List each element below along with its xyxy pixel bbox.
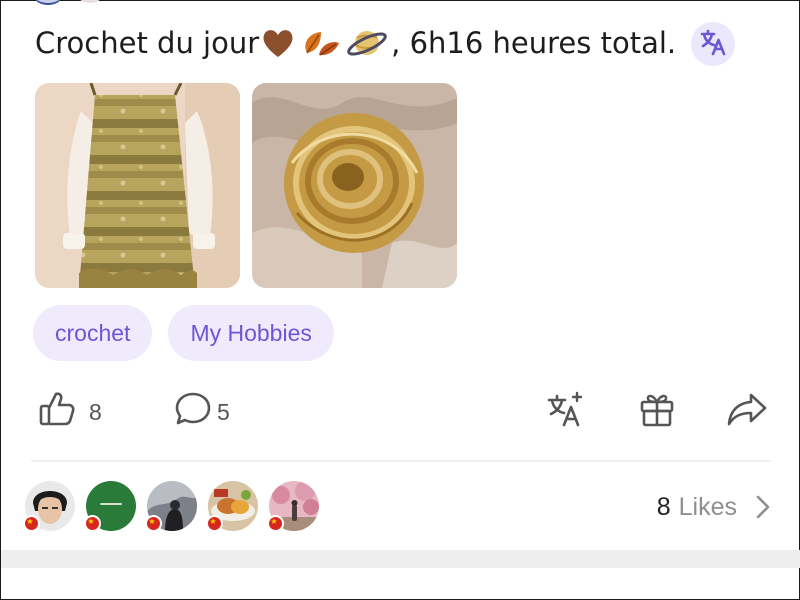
post-card: Crochet du jour , 6h16 heures total. cro… (0, 0, 800, 600)
likes-count: 8 (656, 492, 671, 521)
share-icon (725, 389, 769, 435)
feed-separator (1, 550, 800, 568)
section-divider (31, 460, 771, 462)
thumbs-up-icon (37, 389, 77, 435)
likers-row: ★ ★ ★ ★ ★ 8 Likes (1, 479, 800, 535)
tag-crochet[interactable]: crochet (33, 305, 153, 361)
translate-add-icon (546, 389, 586, 435)
tag-list: crochet My Hobbies (33, 305, 334, 361)
gift-icon (638, 389, 676, 435)
likes-label: Likes (678, 492, 737, 521)
flag-badge-1: ★ (23, 515, 40, 532)
previous-post-avatars (31, 0, 105, 5)
fallen-leaf-emoji (299, 25, 341, 61)
flag-badge-3: ★ (145, 515, 162, 532)
likes-summary-link[interactable]: 8 Likes (657, 479, 771, 535)
translate-action-button[interactable] (546, 386, 586, 438)
chevron-right-icon (755, 494, 771, 520)
action-bar: 8 5 (1, 386, 800, 438)
post-text-after: , 6h16 heures total. (391, 26, 677, 60)
share-button[interactable] (725, 386, 769, 438)
flag-badge-4: ★ (206, 515, 223, 532)
translate-button[interactable] (691, 22, 735, 66)
comment-count: 5 (217, 398, 230, 425)
like-count: 8 (89, 398, 102, 425)
gift-button[interactable] (638, 386, 676, 438)
post-text-before: Crochet du jour (35, 26, 260, 60)
comment-icon (173, 389, 213, 435)
post-body-text: Crochet du jour , 6h16 heures total. (35, 21, 676, 65)
photo-yarn-ball[interactable] (252, 83, 457, 288)
comment-button[interactable]: 5 (173, 386, 230, 438)
translate-icon (699, 28, 727, 60)
like-button[interactable]: 8 (37, 386, 102, 438)
flag-badge-2: ★ (84, 515, 101, 532)
flag-badge-5: ★ (267, 515, 284, 532)
tag-my-hobbies[interactable]: My Hobbies (168, 305, 334, 361)
ringed-planet-emoji (345, 24, 389, 62)
photo-crochet-dress[interactable] (35, 83, 240, 288)
post-photos (35, 83, 457, 288)
brown-heart-emoji (261, 27, 295, 59)
